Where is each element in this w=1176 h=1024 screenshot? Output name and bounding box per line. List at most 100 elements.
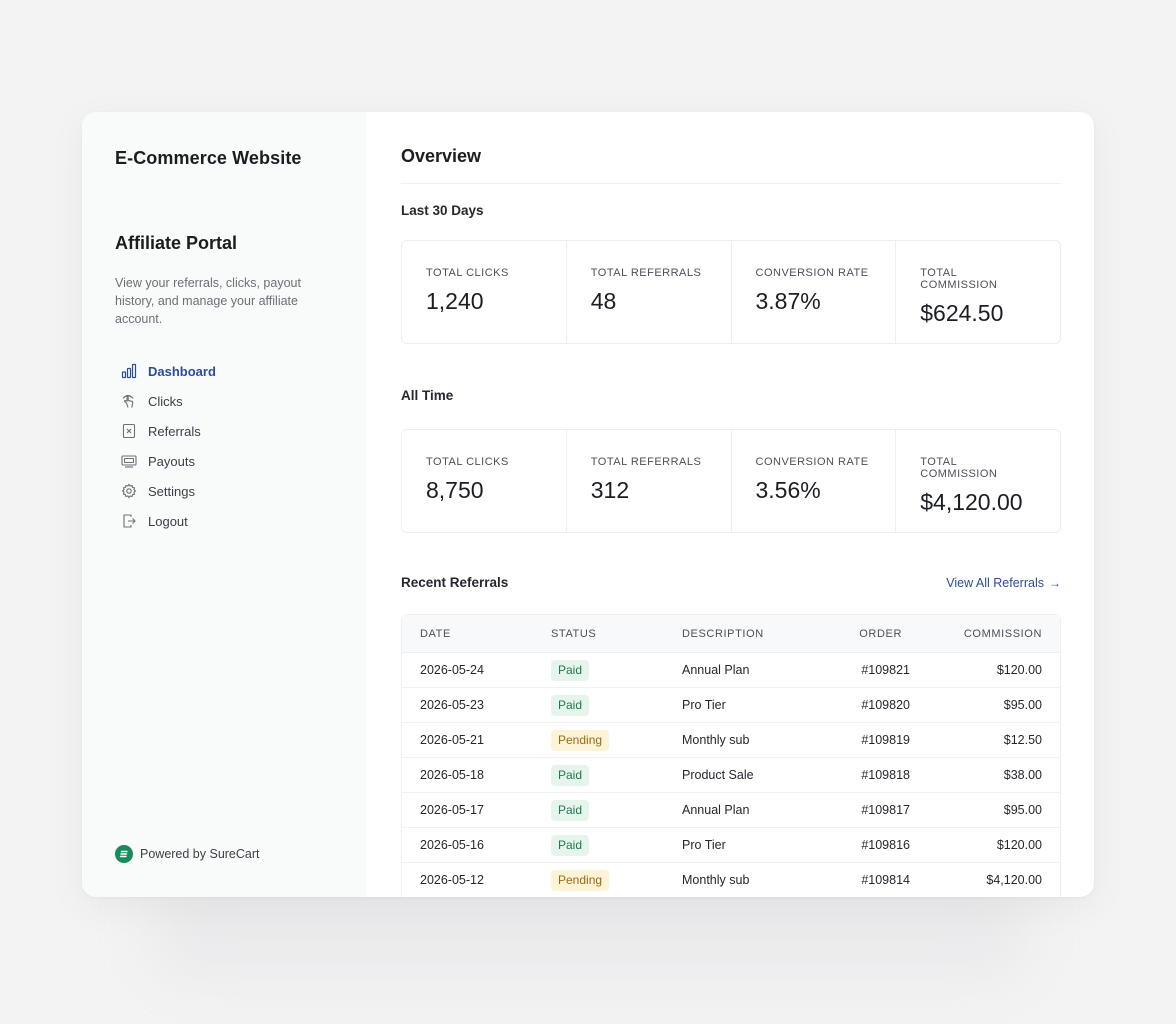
stat-card: TOTAL REFERRALS 48 <box>567 241 732 343</box>
cell-date: 2026-05-18 <box>402 758 533 793</box>
stat-label: TOTAL COMMISSION <box>920 456 998 480</box>
cell-status: Pending <box>533 723 664 758</box>
status-badge: Paid <box>551 764 590 786</box>
table-row[interactable]: 2026-05-17 Paid Annual Plan #109817 $95.00 <box>402 793 1060 828</box>
status-badge: Paid <box>551 834 590 856</box>
stat-card: TOTAL COMMISSION $4,120.00 <box>896 430 1060 532</box>
stat-label: CONVERSION RATE <box>755 456 869 468</box>
column-header-commission[interactable]: COMMISSION <box>932 615 1060 653</box>
column-header-status[interactable]: STATUS <box>533 615 664 653</box>
divider <box>401 183 1061 184</box>
stat-label: TOTAL CLICKS <box>426 456 509 468</box>
cell-description: Annual Plan <box>664 793 814 828</box>
stat-card: CONVERSION RATE 3.56% <box>732 430 897 532</box>
stat-card: TOTAL COMMISSION $624.50 <box>896 241 1060 343</box>
status-badge: Paid <box>551 659 590 681</box>
table-row[interactable]: 2026-05-23 Paid Pro Tier #109820 $95.00 <box>402 688 1060 723</box>
stat-label: TOTAL REFERRALS <box>590 456 702 468</box>
sidebar-item-clicks[interactable]: Clicks <box>121 386 333 416</box>
table-header-row: DATE STATUS DESCRIPTION ORDER COMMISSION <box>402 615 1060 653</box>
stats-last-30-days: TOTAL CLICKS 1,240 TOTAL REFERRALS 48 CO… <box>401 240 1061 344</box>
sidebar-item-referrals[interactable]: Referrals <box>121 416 333 446</box>
stat-label: CONVERSION RATE <box>755 267 869 279</box>
stat-label: TOTAL REFERRALS <box>590 267 702 279</box>
stat-label: TOTAL COMMISSION <box>920 267 998 291</box>
cell-commission: $95.00 <box>932 793 1060 828</box>
portal-title: Affiliate Portal <box>115 233 238 253</box>
section-label-recent-referrals: Recent Referrals <box>401 575 509 590</box>
cell-order: #109820 <box>814 688 932 723</box>
table-row[interactable]: 2026-05-16 Paid Pro Tier #109816 $120.00 <box>402 828 1060 863</box>
cell-order: #109817 <box>814 793 932 828</box>
cell-status: Paid <box>533 758 664 793</box>
main-content: Overview Last 30 Days TOTAL CLICKS 1,240… <box>366 112 1094 897</box>
cell-description: Annual Plan <box>664 653 814 688</box>
sidebar-item-dashboard[interactable]: Dashboard <box>121 356 333 386</box>
cell-status: Paid <box>533 793 664 828</box>
sidebar-item-label: Logout <box>148 513 188 529</box>
stat-value: 312 <box>590 477 630 503</box>
stat-value: 1,240 <box>426 288 484 314</box>
view-all-referrals-link[interactable]: View All Referrals → <box>946 576 1061 590</box>
cell-commission: $95.00 <box>932 688 1060 723</box>
stat-card: TOTAL CLICKS 1,240 <box>402 241 567 343</box>
cell-order: #109814 <box>814 863 932 897</box>
cell-date: 2026-05-12 <box>402 863 533 897</box>
sidebar-item-label: Clicks <box>148 393 183 409</box>
arrow-right-icon: → <box>1049 575 1061 590</box>
stat-value: $4,120.00 <box>920 489 1023 515</box>
stat-label: TOTAL CLICKS <box>426 267 509 279</box>
logout-icon <box>121 513 137 529</box>
cell-status: Pending <box>533 863 664 897</box>
stats-all-time: TOTAL CLICKS 8,750 TOTAL REFERRALS 312 C… <box>401 429 1061 533</box>
cell-commission: $120.00 <box>932 653 1060 688</box>
recent-referrals-header: Recent Referrals View All Referrals → <box>401 575 1061 590</box>
portal-description: View your referrals, clicks, payout hist… <box>115 276 301 326</box>
column-header-date[interactable]: DATE <box>402 615 533 653</box>
sidebar-item-label: Referrals <box>148 423 201 439</box>
table-row[interactable]: 2026-05-18 Paid Product Sale #109818 $38.00 <box>402 758 1060 793</box>
cell-order: #109816 <box>814 828 932 863</box>
sidebar-item-label: Payouts <box>148 453 195 469</box>
stat-card: CONVERSION RATE 3.87% <box>732 241 897 343</box>
table-row[interactable]: 2026-05-24 Paid Annual Plan #109821 $120.00 <box>402 653 1060 688</box>
status-badge: Paid <box>551 799 590 821</box>
section-label-last-30-days: Last 30 Days <box>401 203 484 218</box>
cell-description: Pro Tier <box>664 828 814 863</box>
cell-commission: $38.00 <box>932 758 1060 793</box>
cell-order: #109821 <box>814 653 932 688</box>
status-badge: Pending <box>551 869 610 891</box>
section-label-all-time: All Time <box>401 388 454 403</box>
page-title: Overview <box>401 146 482 166</box>
sidebar-item-payouts[interactable]: Payouts <box>121 446 333 476</box>
sidebar-item-settings[interactable]: Settings <box>121 476 333 506</box>
surecart-logo-icon <box>115 845 133 863</box>
cell-date: 2026-05-24 <box>402 653 533 688</box>
sidebar-item-logout[interactable]: Logout <box>121 506 333 536</box>
stat-card: TOTAL CLICKS 8,750 <box>402 430 567 532</box>
powered-by[interactable]: Powered by SureCart <box>115 845 260 863</box>
stat-value: $624.50 <box>920 300 1004 326</box>
status-badge: Paid <box>551 694 590 716</box>
powered-by-label: Powered by SureCart <box>140 847 260 861</box>
stat-value: 48 <box>590 288 617 314</box>
cell-description: Product Sale <box>664 758 814 793</box>
site-title: E-Commerce Website <box>115 148 302 168</box>
cell-commission: $12.50 <box>932 723 1060 758</box>
cell-order: #109819 <box>814 723 932 758</box>
stat-value: 3.56% <box>755 477 821 503</box>
cell-date: 2026-05-23 <box>402 688 533 723</box>
view-all-label: View All Referrals <box>946 575 1044 590</box>
cell-date: 2026-05-17 <box>402 793 533 828</box>
cell-description: Monthly sub <box>664 863 814 897</box>
cell-commission: $120.00 <box>932 828 1060 863</box>
cell-commission: $4,120.00 <box>932 863 1060 897</box>
cell-status: Paid <box>533 828 664 863</box>
column-header-order[interactable]: ORDER <box>814 615 932 653</box>
column-header-description[interactable]: DESCRIPTION <box>664 615 814 653</box>
stat-value: 3.87% <box>755 288 821 314</box>
table-row[interactable]: 2026-05-12 Pending Monthly sub #109814 $4,12… <box>402 863 1060 897</box>
status-badge: Pending <box>551 729 610 751</box>
table-row[interactable]: 2026-05-21 Pending Monthly sub #109819 $12.5… <box>402 723 1060 758</box>
sidebar-item-label: Dashboard <box>148 363 216 379</box>
